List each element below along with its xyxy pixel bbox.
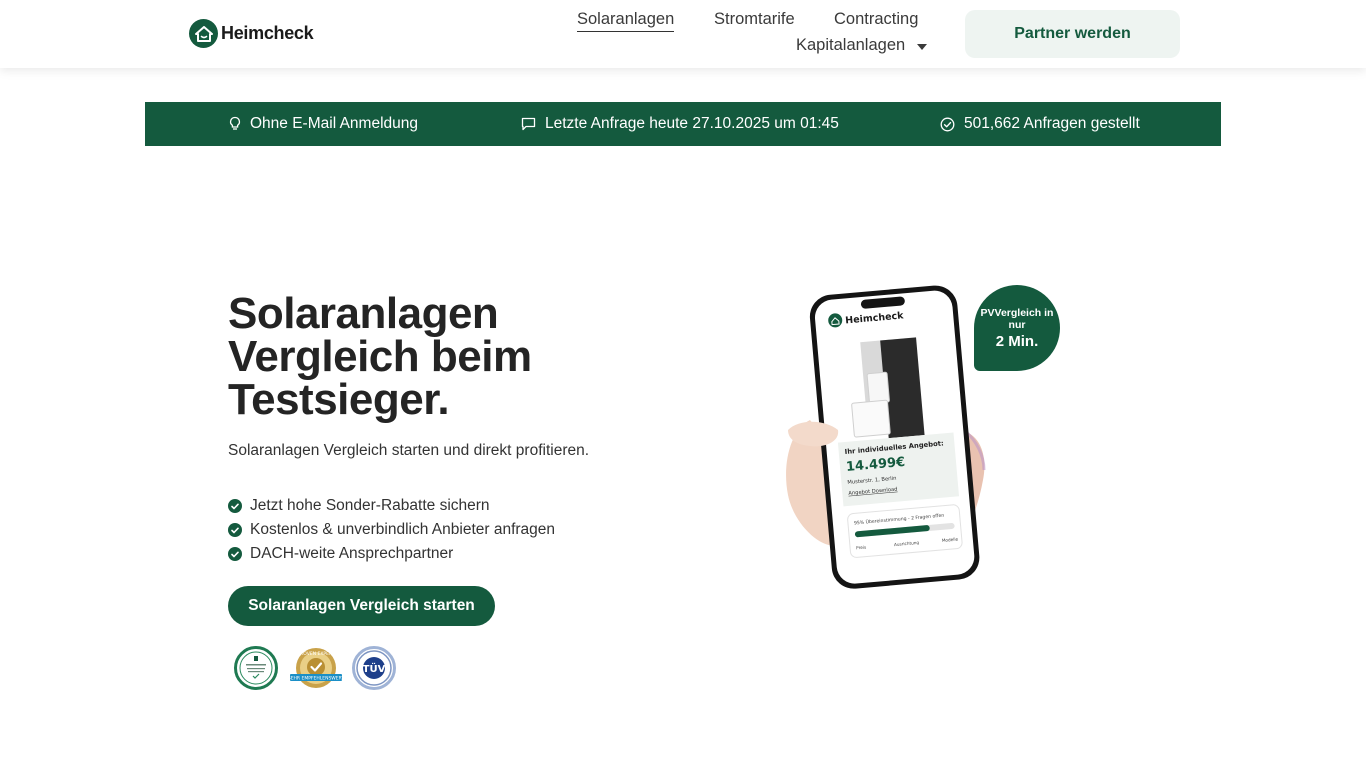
bubble-text: PVVergleich in nur	[980, 307, 1054, 331]
list-item: Jetzt hohe Sonder-Rabatte sichern	[228, 494, 555, 518]
proven-expert-label: PROVEN EXPERT	[297, 651, 334, 657]
trust-badges: SEHR EMPFEHLENSWERT PROVEN EXPERT TÜV	[234, 646, 396, 690]
check-icon	[228, 547, 242, 561]
nav-contracting[interactable]: Contracting	[834, 10, 918, 29]
brand-name: Heimcheck	[221, 23, 314, 43]
check-circle-icon	[940, 117, 955, 132]
phone-step: Preis	[856, 545, 866, 551]
title-line: Testsieger.	[228, 375, 450, 424]
award-seal-icon	[234, 646, 278, 690]
benefit-text: Jetzt hohe Sonder-Rabatte sichern	[250, 497, 490, 514]
info-no-email-text: Ohne E-Mail Anmeldung	[250, 115, 419, 132]
nav-stromtarife[interactable]: Stromtarife	[714, 10, 795, 29]
nav-solaranlagen[interactable]: Solaranlagen	[577, 10, 675, 32]
benefit-list: Jetzt hohe Sonder-Rabatte sichern Kosten…	[228, 494, 555, 566]
tuv-seal-icon: TÜV	[352, 646, 396, 690]
start-comparison-button[interactable]: Solaranlagen Vergleich starten	[228, 586, 495, 626]
lightbulb-icon	[229, 116, 241, 132]
house-icon	[189, 19, 218, 48]
title-line: Vergleich beim	[228, 332, 532, 381]
partner-button[interactable]: Partner werden	[965, 10, 1180, 58]
nav-kapitalanlagen-label: Kapitalanlagen	[796, 36, 906, 54]
info-last-request-text: Letzte Anfrage heute 27.10.2025 um 01:45	[545, 115, 839, 132]
comment-icon	[521, 117, 536, 131]
check-icon	[228, 499, 242, 513]
info-bar: Ohne E-Mail Anmeldung Letzte Anfrage heu…	[145, 102, 1221, 146]
proven-expert-badge: SEHR EMPFEHLENSWERT PROVEN EXPERT	[288, 646, 344, 690]
benefit-text: Kostenlos & unverbindlich Anbieter anfra…	[250, 521, 556, 538]
list-item: DACH-weite Ansprechpartner	[228, 542, 555, 566]
proven-expert-text: SEHR EMPFEHLENSWERT	[288, 676, 344, 682]
info-no-email: Ohne E-Mail Anmeldung	[229, 102, 418, 146]
info-last-request: Letzte Anfrage heute 27.10.2025 um 01:45	[521, 102, 839, 146]
info-request-count-text: 501,662 Anfragen gestellt	[964, 115, 1140, 132]
logo[interactable]: Heimcheck	[189, 19, 314, 48]
page-title: Solaranlagen Vergleich beim Testsieger.	[228, 289, 648, 424]
pv-comparison-bubble: PVVergleich in nur 2 Min.	[974, 285, 1060, 371]
tuv-text: TÜV	[363, 661, 386, 675]
bubble-time: 2 Min.	[995, 333, 1039, 350]
title-line: Solaranlagen	[228, 289, 499, 338]
nav-kapitalanlagen[interactable]: Kapitalanlagen	[796, 36, 928, 55]
caret-down-icon	[917, 43, 928, 50]
list-item: Kostenlos & unverbindlich Anbieter anfra…	[228, 518, 555, 542]
site-header: Heimcheck Solaranlagen Stromtarife Contr…	[0, 0, 1366, 68]
info-request-count: 501,662 Anfragen gestellt	[940, 102, 1140, 146]
hero-subtitle: Solaranlagen Vergleich starten und direk…	[228, 442, 590, 459]
benefit-text: DACH-weite Ansprechpartner	[250, 545, 454, 562]
check-icon	[228, 523, 242, 537]
